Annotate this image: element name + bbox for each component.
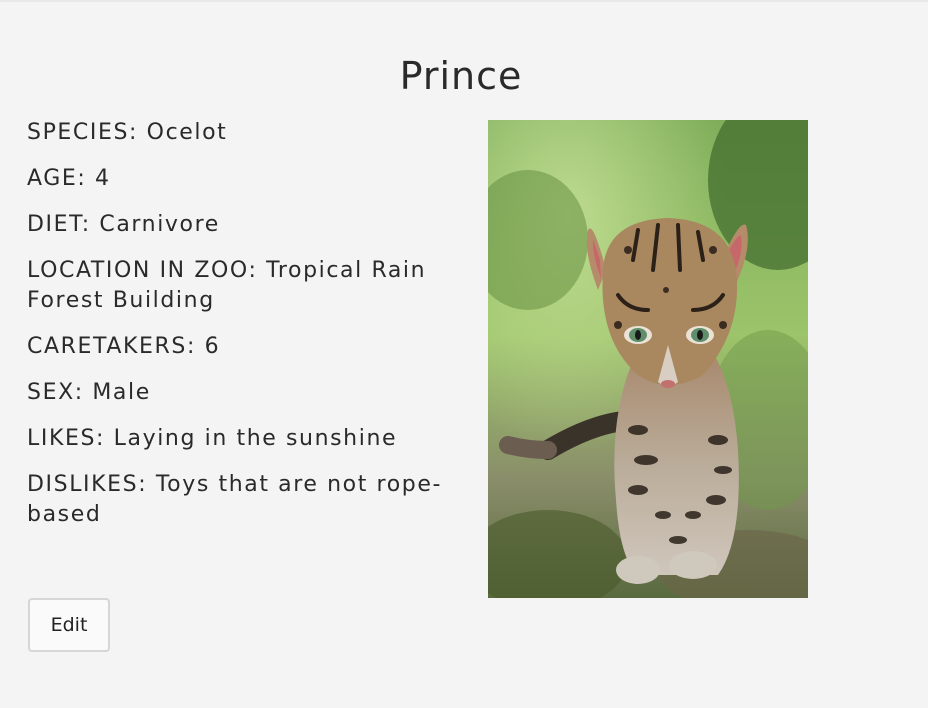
detail-row-sex: SEX: Male [27,378,447,408]
detail-value: Male [92,380,151,405]
detail-row-species: SPECIES: Ocelot [27,118,447,148]
detail-row-caretakers: CARETAKERS: 6 [27,332,447,362]
detail-value: Ocelot [146,120,228,145]
animal-details: SPECIES: Ocelot AGE: 4 DIET: Carnivore L… [27,118,447,546]
ocelot-illustration [488,120,808,598]
detail-value: 4 [95,166,111,191]
animal-photo [488,120,808,598]
detail-value: 6 [204,334,221,359]
detail-label: SPECIES: [27,120,139,145]
detail-row-age: AGE: 4 [27,164,447,194]
detail-row-dislikes: DISLIKES: Toys that are not rope-based [27,470,447,530]
detail-row-diet: DIET: Carnivore [27,210,447,240]
detail-label: DISLIKES: [27,472,148,497]
animal-name-title: Prince [399,54,523,98]
detail-label: LIKES: [27,426,106,451]
detail-value: Carnivore [99,212,220,237]
edit-button[interactable]: Edit [28,598,110,652]
detail-label: DIET: [27,212,91,237]
detail-label: SEX: [27,380,84,405]
detail-value: Laying in the sunshine [113,426,398,451]
detail-label: CARETAKERS: [27,334,196,359]
detail-label: LOCATION IN ZOO: [27,258,258,283]
detail-label: AGE: [27,166,87,191]
detail-row-location: LOCATION IN ZOO: Tropical Rain Forest Bu… [27,256,447,316]
detail-row-likes: LIKES: Laying in the sunshine [27,424,447,454]
